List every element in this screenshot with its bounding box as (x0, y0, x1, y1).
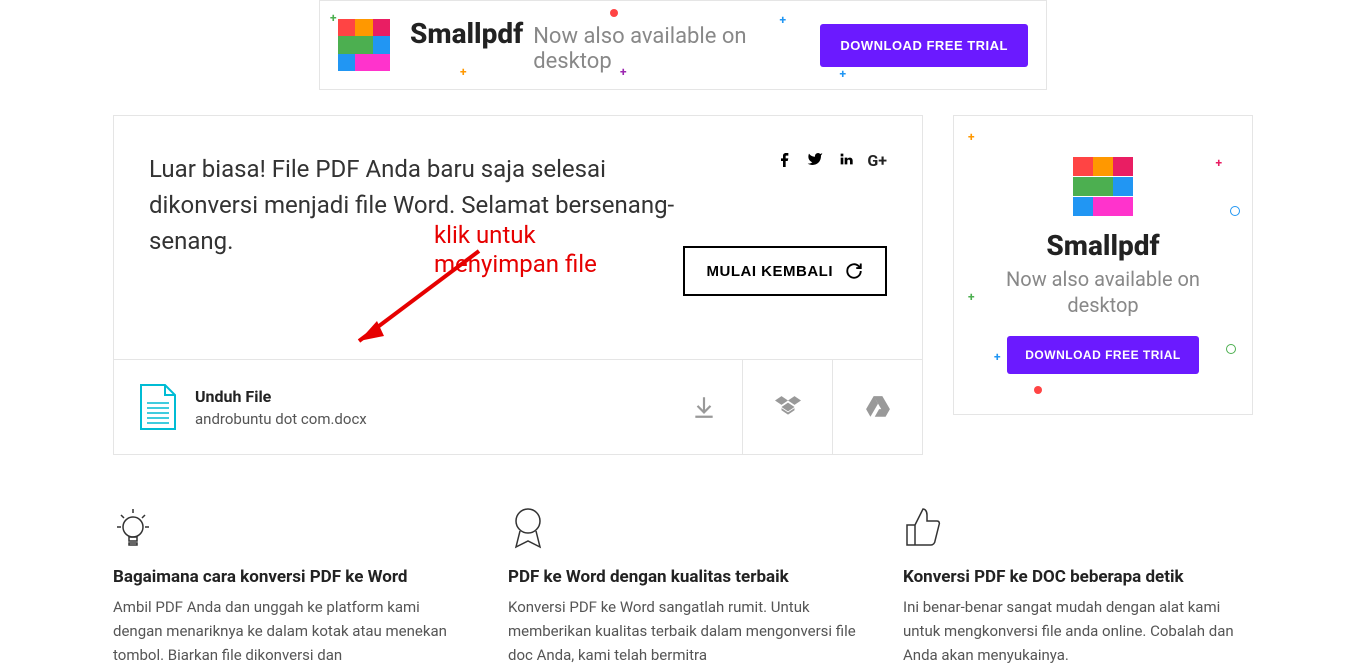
download-title: Unduh File (195, 387, 673, 406)
document-icon (139, 383, 177, 431)
top-ad-banner: + + + + + Smallpdf Now also available on… (319, 0, 1047, 90)
download-filename: androbuntu dot com.docx (195, 410, 673, 428)
feature-title: Bagaimana cara konversi PDF ke Word (113, 567, 463, 587)
side-download-trial-button[interactable]: DOWNLOAD FREE TRIAL (1007, 336, 1199, 374)
lightbulb-icon (113, 505, 463, 553)
dropbox-button[interactable] (742, 360, 832, 454)
smallpdf-logo-icon (1073, 157, 1133, 217)
side-brand: Smallpdf (1046, 229, 1159, 262)
restart-label: MULAI KEMBALI (707, 263, 834, 280)
dropbox-icon (775, 394, 801, 420)
annotation-overlay: klik untuk menyimpan file (434, 221, 597, 279)
feature-speed: Konversi PDF ke DOC beberapa detik Ini b… (903, 505, 1253, 667)
smallpdf-logo-icon (338, 19, 390, 71)
download-row: Unduh File androbuntu dot com.docx (114, 359, 922, 454)
linkedin-icon[interactable] (837, 151, 855, 172)
conversion-result-card: Luar biasa! File PDF Anda baru saja sele… (113, 115, 923, 455)
download-file-button[interactable]: Unduh File androbuntu dot com.docx (114, 360, 742, 454)
download-arrow-icon (691, 394, 717, 420)
annotation-arrow-icon (339, 241, 489, 361)
refresh-icon (845, 262, 863, 280)
googledrive-icon (865, 394, 891, 420)
social-share: G+ (777, 151, 887, 172)
googledrive-button[interactable] (832, 360, 922, 454)
banner-tagline: Now also available on desktop (533, 24, 820, 74)
features-row: Bagaimana cara konversi PDF ke Word Ambi… (113, 505, 1253, 667)
feature-desc: Konversi PDF ke Word sangatlah rumit. Un… (508, 595, 858, 667)
restart-button[interactable]: MULAI KEMBALI (683, 246, 888, 296)
feature-desc: Ambil PDF Anda dan unggah ke platform ka… (113, 595, 463, 667)
facebook-icon[interactable] (777, 151, 793, 172)
download-trial-button[interactable]: DOWNLOAD FREE TRIAL (820, 24, 1028, 67)
googleplus-icon[interactable]: G+ (867, 151, 887, 172)
feature-desc: Ini benar-benar sangat mudah dengan alat… (903, 595, 1253, 667)
feature-title: Konversi PDF ke DOC beberapa detik (903, 567, 1253, 587)
feature-title: PDF ke Word dengan kualitas terbaik (508, 567, 858, 587)
thumbsup-icon (903, 505, 1253, 553)
banner-brand: Smallpdf (410, 17, 523, 50)
badge-icon (508, 505, 858, 553)
feature-how-to: Bagaimana cara konversi PDF ke Word Ambi… (113, 505, 463, 667)
side-tagline: Now also available on desktop (974, 266, 1232, 318)
feature-quality: PDF ke Word dengan kualitas terbaik Konv… (508, 505, 858, 667)
twitter-icon[interactable] (805, 151, 825, 172)
side-ad-banner: + + + + Smallpdf Now also available on d… (953, 115, 1253, 415)
